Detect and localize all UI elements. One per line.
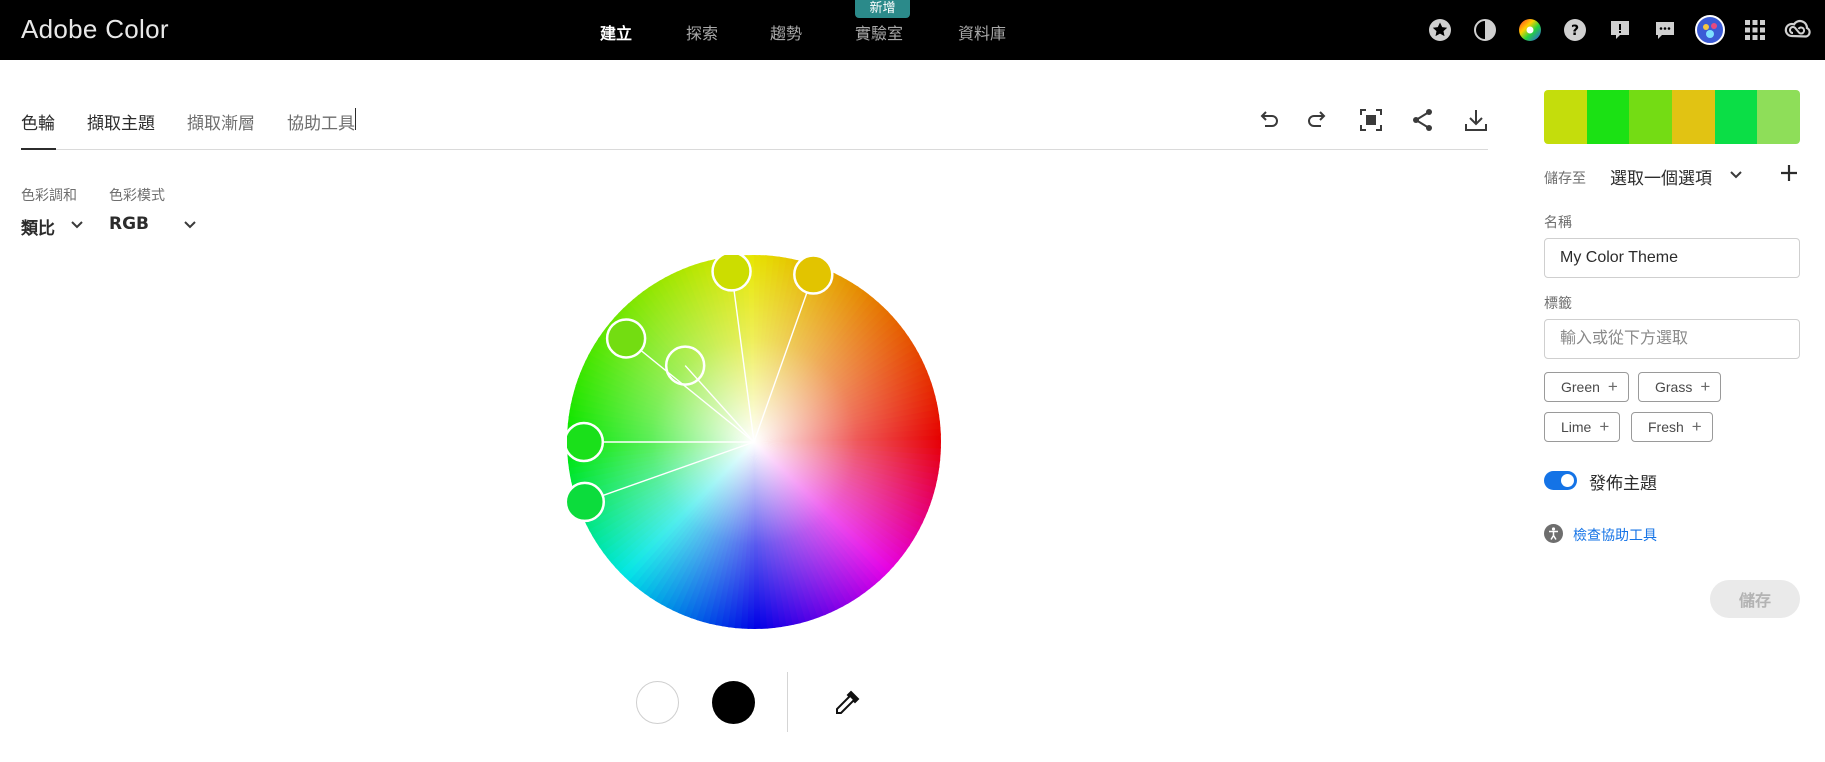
palette-swatch[interactable] <box>1586 90 1630 144</box>
black-swatch-button[interactable] <box>712 681 755 724</box>
text-cursor <box>355 108 356 130</box>
active-tab-indicator <box>21 148 56 150</box>
tags-input[interactable] <box>1544 319 1800 359</box>
eyedropper-icon[interactable] <box>832 688 862 718</box>
color-handle[interactable] <box>793 255 834 295</box>
nav-labs[interactable]: 實驗室 <box>855 20 903 44</box>
download-icon[interactable] <box>1463 107 1489 133</box>
mode-label: 色彩模式 <box>109 188 165 204</box>
plus-icon: + <box>1691 417 1702 436</box>
chat-icon[interactable] <box>1653 18 1677 42</box>
color-wheel-app-icon[interactable] <box>1518 18 1542 42</box>
name-label: 名稱 <box>1544 215 1572 231</box>
publish-label: 發佈主題 <box>1589 474 1657 494</box>
add-library-icon[interactable] <box>1778 162 1800 184</box>
tab-accessibility-tools[interactable]: 協助工具 <box>287 109 355 134</box>
chevron-down-icon[interactable] <box>1729 168 1743 182</box>
apps-grid-icon[interactable] <box>1743 18 1767 42</box>
tab-extract-theme[interactable]: 擷取主題 <box>87 109 155 134</box>
tag-label: Green <box>1561 379 1600 395</box>
color-handle[interactable] <box>567 481 606 523</box>
help-icon[interactable]: ? <box>1563 18 1587 42</box>
harmony-label: 色彩調和 <box>21 188 77 204</box>
tag-chip[interactable]: Lime + <box>1544 412 1621 442</box>
svg-text:?: ? <box>1571 23 1579 39</box>
undo-icon[interactable] <box>1255 107 1281 133</box>
tag-label: Fresh <box>1648 419 1684 435</box>
tag-chip[interactable]: Grass + <box>1638 372 1722 402</box>
main-content: 色輪 擷取主題 擷取漸層 協助工具 色彩調和 類比 色彩模式 RGB 儲存至 選… <box>0 60 1825 762</box>
nav-trends[interactable]: 趨勢 <box>770 20 802 44</box>
chevron-down-icon[interactable] <box>183 218 197 232</box>
chevron-down-icon[interactable] <box>70 218 84 232</box>
fullscreen-icon[interactable] <box>1358 107 1384 133</box>
harmony-dropdown[interactable]: 類比 <box>21 214 55 239</box>
nav-library[interactable]: 資料庫 <box>958 20 1006 44</box>
palette-swatch[interactable] <box>1672 90 1715 144</box>
palette-swatch[interactable] <box>1544 90 1587 144</box>
tag-label: Lime <box>1561 419 1592 435</box>
tag-chip[interactable]: Fresh + <box>1631 412 1713 442</box>
app-logo[interactable]: Adobe Color <box>21 14 169 45</box>
tab-extract-gradient[interactable]: 擷取漸層 <box>187 109 255 134</box>
nav-explore[interactable]: 探索 <box>686 20 718 44</box>
save-button[interactable]: 儲存 <box>1710 580 1800 618</box>
tag-chip[interactable]: Green + <box>1544 372 1629 402</box>
top-bar: Adobe Color 建立 探索 趨勢 新增 實驗室 資料庫 ? <box>0 0 1825 60</box>
accessibility-icon <box>1544 524 1563 543</box>
nav-create[interactable]: 建立 <box>600 20 632 44</box>
palette-swatch[interactable] <box>1629 90 1673 144</box>
color-handle[interactable] <box>605 318 647 359</box>
palette-swatch[interactable] <box>1714 90 1758 144</box>
tabs-divider <box>21 149 1488 150</box>
share-icon[interactable] <box>1410 107 1436 133</box>
tag-label: Grass <box>1655 379 1693 395</box>
feedback-icon[interactable] <box>1608 18 1632 42</box>
mode-dropdown[interactable]: RGB <box>109 214 149 234</box>
plus-icon: + <box>1700 377 1711 396</box>
publish-toggle[interactable] <box>1544 471 1577 490</box>
white-swatch-button[interactable] <box>636 681 679 724</box>
save-to-label: 儲存至 <box>1544 171 1586 187</box>
check-accessibility-link[interactable]: 檢查協助工具 <box>1573 525 1657 545</box>
save-to-dropdown[interactable]: 選取一個選項 <box>1610 164 1712 189</box>
plus-icon: + <box>1607 377 1618 396</box>
palette-swatch[interactable] <box>1757 90 1800 144</box>
theme-name-input[interactable] <box>1544 238 1800 278</box>
contrast-icon[interactable] <box>1473 18 1497 42</box>
tags-label: 標籤 <box>1544 296 1572 312</box>
tab-color-wheel[interactable]: 色輪 <box>21 109 55 134</box>
theme-palette[interactable] <box>1544 90 1800 144</box>
user-avatar[interactable] <box>1695 15 1725 45</box>
color-wheel[interactable] <box>567 255 941 629</box>
creative-cloud-icon[interactable] <box>1783 18 1811 42</box>
plus-icon: + <box>1599 417 1610 436</box>
tools-divider <box>787 672 788 732</box>
new-badge: 新增 <box>855 0 910 18</box>
redo-icon[interactable] <box>1305 107 1331 133</box>
star-icon[interactable] <box>1428 18 1452 42</box>
color-handle[interactable] <box>711 255 752 292</box>
color-handle[interactable] <box>567 421 605 463</box>
